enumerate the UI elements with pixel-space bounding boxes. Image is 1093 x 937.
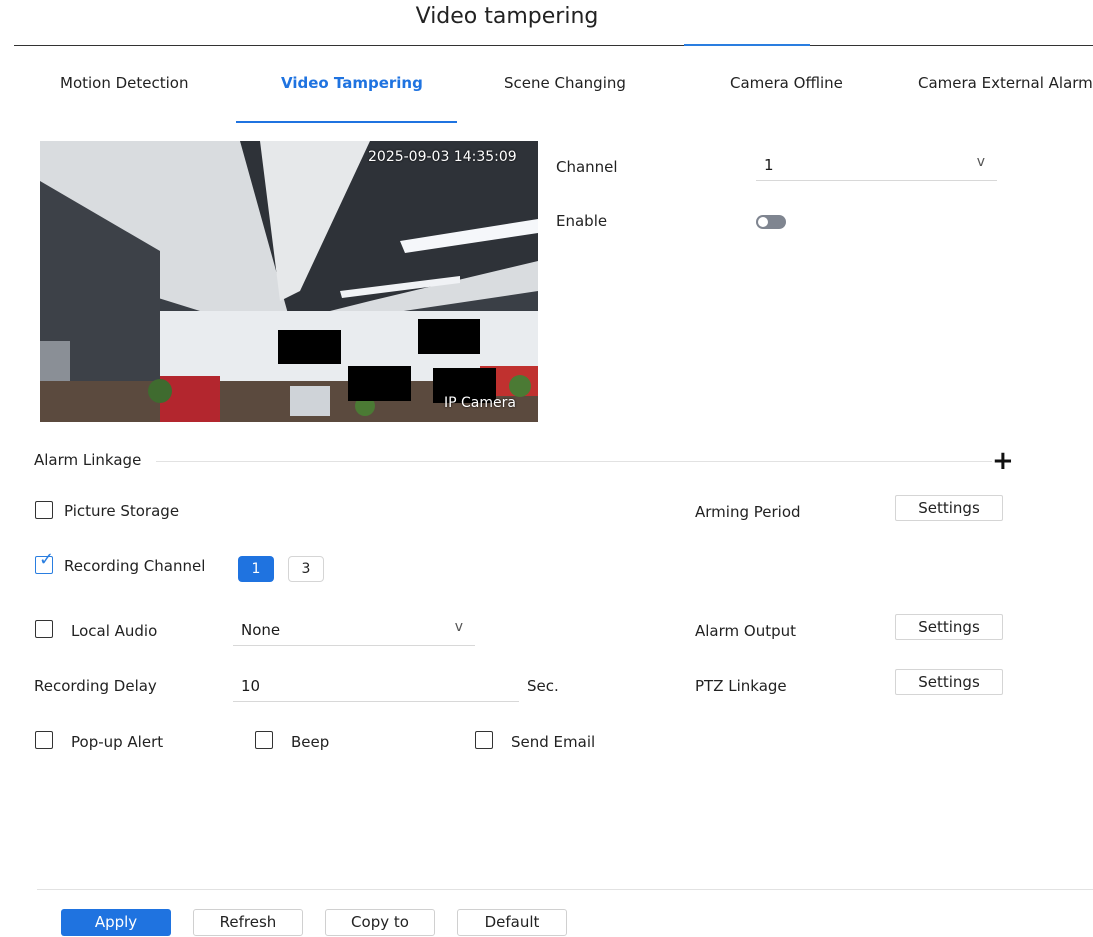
title-accent-bar — [684, 44, 810, 46]
enable-label: Enable — [556, 212, 608, 230]
camera-scene-image — [40, 141, 538, 422]
apply-button[interactable]: Apply — [61, 909, 171, 936]
recording-channel-label: Recording Channel — [64, 557, 206, 575]
tab-camera-offline[interactable]: Camera Offline — [730, 74, 843, 92]
tab-video-tampering[interactable]: Video Tampering — [281, 74, 423, 92]
checkmark-icon: ✓ — [39, 549, 55, 570]
page-title: Video tampering — [415, 4, 599, 29]
footer-divider — [37, 889, 1093, 890]
chevron-down-icon: v — [976, 154, 985, 170]
recording-channel-chip-1[interactable]: 1 — [238, 556, 274, 582]
ptz-linkage-label: PTZ Linkage — [695, 677, 787, 695]
channel-select[interactable]: 1 v — [756, 154, 997, 181]
osd-camera-name: IP Camera — [444, 395, 516, 411]
recording-delay-value: 10 — [241, 677, 261, 695]
copy-to-button[interactable]: Copy to — [325, 909, 435, 936]
beep-checkbox[interactable] — [255, 731, 273, 749]
send-email-label: Send Email — [511, 733, 596, 751]
tab-camera-external-alarm[interactable]: Camera External Alarm — [918, 74, 1093, 92]
active-tab-indicator — [236, 121, 457, 123]
local-audio-select-value: None — [241, 621, 281, 639]
local-audio-label: Local Audio — [71, 622, 158, 640]
alarm-linkage-divider — [156, 461, 992, 462]
recording-channel-checkbox[interactable]: ✓ — [35, 551, 54, 574]
enable-toggle[interactable] — [756, 215, 786, 229]
alarm-output-settings-button[interactable]: Settings — [895, 614, 1003, 640]
refresh-button[interactable]: Refresh — [193, 909, 303, 936]
picture-storage-checkbox[interactable] — [35, 501, 53, 519]
chevron-down-icon: v — [454, 619, 463, 635]
local-audio-checkbox[interactable] — [35, 620, 53, 638]
recording-channel-chip-3[interactable]: 3 — [288, 556, 324, 582]
recording-delay-label: Recording Delay — [34, 677, 157, 695]
arming-period-settings-button[interactable]: Settings — [895, 495, 1003, 521]
alarm-linkage-title: Alarm Linkage — [34, 451, 142, 469]
toggle-knob — [758, 217, 768, 227]
ptz-linkage-settings-button[interactable]: Settings — [895, 669, 1003, 695]
popup-alert-label: Pop-up Alert — [71, 733, 164, 751]
popup-alert-checkbox[interactable] — [35, 731, 53, 749]
channel-label: Channel — [556, 158, 618, 176]
arming-period-label: Arming Period — [695, 503, 801, 521]
osd-timestamp: 2025-09-03 14:35:09 — [368, 149, 517, 165]
add-icon[interactable]: + — [992, 448, 1014, 474]
picture-storage-label: Picture Storage — [64, 502, 180, 520]
tab-motion-detection[interactable]: Motion Detection — [60, 74, 189, 92]
title-divider — [14, 45, 1093, 46]
recording-delay-unit: Sec. — [527, 677, 559, 695]
local-audio-select[interactable]: None v — [233, 619, 475, 646]
channel-select-value: 1 — [764, 156, 774, 174]
recording-delay-input[interactable]: 10 — [233, 677, 519, 702]
send-email-checkbox[interactable] — [475, 731, 493, 749]
alarm-output-label: Alarm Output — [695, 622, 797, 640]
default-button[interactable]: Default — [457, 909, 567, 936]
beep-label: Beep — [291, 733, 330, 751]
tab-scene-changing[interactable]: Scene Changing — [504, 74, 626, 92]
camera-preview: 2025-09-03 14:35:09 IP Camera — [40, 141, 538, 422]
